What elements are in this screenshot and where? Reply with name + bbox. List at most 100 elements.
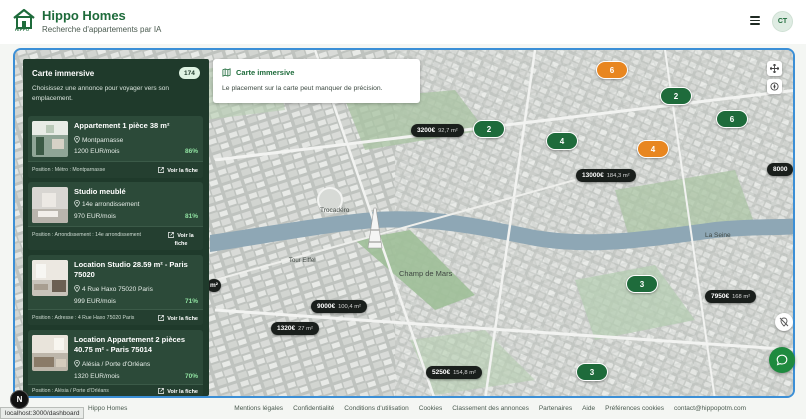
- price-area: 184,3 m²: [606, 172, 630, 179]
- price-area: 92,7 m²: [438, 127, 458, 134]
- listing-card[interactable]: Location Studio 28.59 m² - Paris 75020 4…: [28, 255, 203, 325]
- hide-markers-icon[interactable]: [775, 313, 793, 331]
- footer-link[interactable]: contact@hippopotm.com: [674, 405, 746, 412]
- listing-card[interactable]: Studio meublé 14e arrondissement 970 EUR…: [28, 182, 203, 250]
- listing-title: Appartement 1 pièce 38 m²: [74, 121, 170, 130]
- footer-link[interactable]: Préférences cookies: [605, 405, 664, 412]
- listing-position: Position : Alésia / Porte d'Orléans: [32, 388, 109, 394]
- listing-location: Montparnasse: [74, 136, 123, 144]
- view-listing-link[interactable]: Voir la fiche: [158, 167, 198, 174]
- chat-icon[interactable]: [769, 347, 795, 373]
- listing-location: 14e arrondissement: [74, 200, 139, 208]
- price-marker[interactable]: 3200€ 92,7 m²: [411, 124, 464, 137]
- footer-link[interactable]: Aide: [582, 405, 595, 412]
- move-icon[interactable]: [767, 61, 782, 76]
- price-value: 9000€: [317, 303, 336, 310]
- listing-title: Location Studio 28.59 m² - Paris 75020: [74, 260, 188, 279]
- listing-count-badge: 174: [179, 67, 200, 79]
- match-score: 81%: [184, 213, 198, 220]
- map-cluster[interactable]: 4: [637, 140, 669, 158]
- info-text: Le placement sur la carte peut manquer d…: [222, 85, 383, 92]
- footer-link[interactable]: Cookies: [419, 405, 442, 412]
- map-cluster[interactable]: 3: [626, 275, 658, 293]
- pin-icon: [74, 200, 80, 207]
- listing-position: Position : Adresse : 4 Rue Haxo 75020 Pa…: [32, 315, 135, 321]
- footer-link[interactable]: Mentions légales: [234, 405, 283, 412]
- external-link-icon: [158, 167, 165, 173]
- listing-price: 999 EUR/mois: [74, 298, 116, 305]
- price-marker[interactable]: m²: [207, 279, 221, 292]
- listing-price: 1200 EUR/mois: [74, 148, 120, 155]
- map-cluster[interactable]: 3: [576, 363, 608, 381]
- map-label-champ: Champ de Mars: [399, 269, 453, 278]
- price-marker[interactable]: 1320€ 27 m²: [271, 322, 319, 335]
- external-link-icon: [158, 388, 165, 394]
- listing-location: Alésia / Porte d'Orléans: [74, 360, 150, 368]
- map-cluster[interactable]: 2: [660, 87, 692, 105]
- match-score: 86%: [184, 148, 198, 155]
- compass-icon[interactable]: [767, 79, 782, 94]
- map-label-seine: La Seine: [705, 232, 731, 239]
- view-listing-label: Voir la fiche: [167, 316, 198, 322]
- map-cluster[interactable]: 2: [473, 120, 505, 138]
- view-listing-link[interactable]: Voir la fiche: [164, 232, 198, 248]
- map-cluster[interactable]: 6: [596, 61, 628, 79]
- menu-icon[interactable]: [748, 14, 762, 28]
- price-value: 1320€: [277, 325, 296, 332]
- listing-location-text: Montparnasse: [82, 137, 124, 144]
- price-area: 27 m²: [298, 325, 313, 332]
- map-icon: [222, 68, 231, 77]
- listing-price: 1320 EUR/mois: [74, 373, 120, 380]
- dev-tools-button[interactable]: N: [10, 390, 29, 409]
- footer-link[interactable]: Conditions d'utilisation: [344, 405, 408, 412]
- external-link-icon: [168, 232, 175, 238]
- page-footer: Hippo Homes Mentions légales Confidentia…: [0, 400, 806, 419]
- footer-link[interactable]: Classement des annonces: [452, 405, 529, 412]
- price-area: 100,4 m²: [338, 303, 361, 310]
- map-cluster[interactable]: 4: [546, 132, 578, 150]
- listing-footer: Position : Alésia / Porte d'Orléans Voir…: [28, 384, 203, 396]
- listing-photo: [32, 260, 68, 296]
- footer-link[interactable]: Confidentialité: [293, 405, 334, 412]
- info-title: Carte immersive: [236, 68, 295, 77]
- app-root: HIPPO Hippo Homes Recherche d'appartemen…: [0, 0, 806, 419]
- pin-icon: [74, 285, 80, 292]
- listing-location: 4 Rue Haxo 75020 Paris: [74, 285, 153, 293]
- price-value: 5250€: [432, 369, 451, 376]
- panel-title: Carte immersive: [32, 69, 95, 78]
- footer-link[interactable]: Partenaires: [539, 405, 572, 412]
- price-marker[interactable]: 9000€ 100,4 m²: [311, 300, 367, 313]
- listing-footer: Position : Arrondissement : 14e arrondis…: [28, 226, 203, 250]
- view-listing-link[interactable]: Voir la fiche: [158, 315, 198, 322]
- listing-position: Position : Arrondissement : 14e arrondis…: [32, 232, 141, 238]
- listing-card[interactable]: Appartement 1 pièce 38 m² Montparnasse 1…: [28, 116, 203, 178]
- listing-location-text: Alésia / Porte d'Orléans: [82, 361, 151, 368]
- listing-price: 970 EUR/mois: [74, 213, 116, 220]
- view-listing-label: Voir la fiche: [174, 233, 194, 247]
- listing-location-text: 14e arrondissement: [82, 201, 140, 208]
- listing-photo: [32, 335, 68, 371]
- price-marker[interactable]: 7950€ 168 m²: [705, 290, 757, 303]
- price-marker[interactable]: 5250€ 154,8 m²: [426, 366, 482, 379]
- top-header: HIPPO Hippo Homes Recherche d'appartemen…: [0, 0, 806, 44]
- footer-brand: Hippo Homes: [88, 405, 128, 412]
- listing-footer: Position : Métro : Montparnasse Voir la …: [28, 161, 203, 178]
- map-label-trocadero: Trocadéro: [320, 207, 350, 214]
- listings-panel: Carte immersive 174 Choisissez une annon…: [23, 59, 209, 396]
- match-score: 70%: [184, 373, 198, 380]
- pin-icon: [74, 360, 80, 367]
- price-value: m²: [210, 282, 218, 289]
- map-cluster[interactable]: 6: [716, 110, 748, 128]
- brand-title[interactable]: Hippo Homes: [42, 8, 126, 23]
- price-value: 8000: [773, 166, 788, 173]
- listing-location-text: 4 Rue Haxo 75020 Paris: [82, 286, 153, 293]
- user-avatar[interactable]: CT: [772, 11, 793, 32]
- price-marker[interactable]: 8000: [767, 163, 793, 176]
- view-listing-link[interactable]: Voir la fiche: [158, 388, 198, 395]
- brand-subtitle: Recherche d'appartements par IA: [42, 25, 162, 34]
- listing-card[interactable]: Location Appartement 2 pièces 40.75 m² -…: [28, 330, 203, 396]
- price-marker[interactable]: 13000€ 184,3 m²: [576, 169, 636, 182]
- listing-photo: [32, 187, 68, 223]
- price-area: 154,8 m²: [453, 369, 476, 376]
- price-area: 168 m²: [732, 293, 751, 300]
